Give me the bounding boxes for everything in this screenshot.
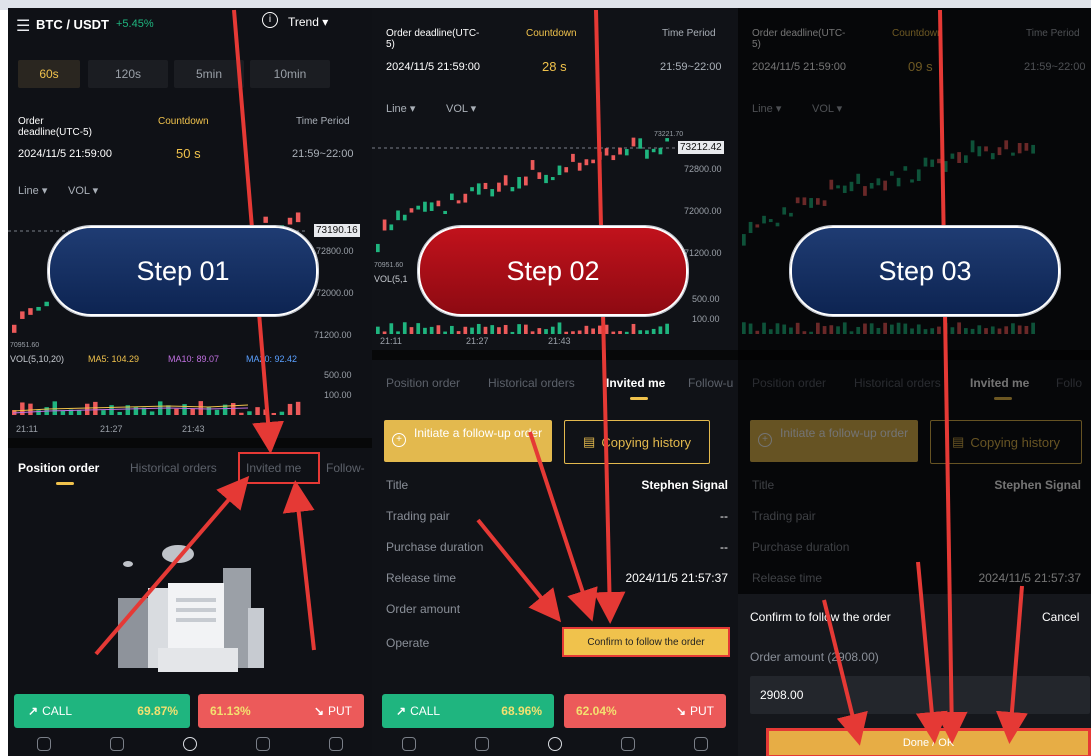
step-label: Step 01 [136, 255, 230, 286]
step-02-badge: Step 02 [418, 226, 688, 316]
step-label: Step 02 [506, 255, 600, 286]
step-label: Step 03 [878, 255, 972, 286]
step-03-badge: Step 03 [790, 226, 1060, 316]
step-01-badge: Step 01 [48, 226, 318, 316]
annotation-arrows [94, 9, 1028, 746]
